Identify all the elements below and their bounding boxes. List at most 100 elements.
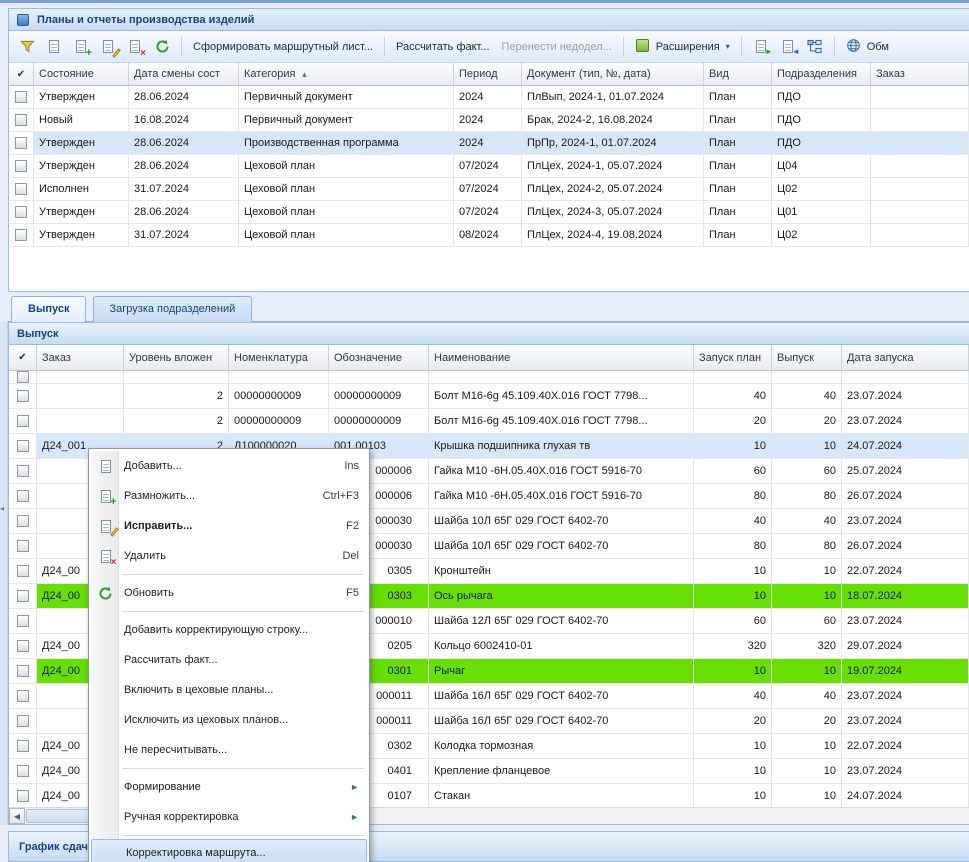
- col-state[interactable]: Состояние: [34, 63, 129, 86]
- release-grid-row[interactable]: 20000000000900000000009Болт М16-6g 45.10…: [9, 384, 969, 409]
- row-checkbox[interactable]: [15, 137, 27, 149]
- sort-asc-icon: ▲: [300, 70, 308, 79]
- row-checkbox[interactable]: [17, 690, 29, 702]
- row-checkbox[interactable]: [15, 229, 27, 241]
- menu-item[interactable]: Исправить...F2: [90, 511, 368, 541]
- plans-grid-row[interactable]: Новый16.08.2024Первичный документ2024Бра…: [9, 109, 969, 132]
- plans-grid-row[interactable]: Утвержден28.06.2024Первичный документ202…: [9, 86, 969, 109]
- menu-item[interactable]: Корректировка маршрута...: [91, 839, 367, 862]
- row-checkbox[interactable]: [17, 565, 29, 577]
- copy-doc-icon[interactable]: +: [69, 35, 93, 59]
- col-nomenclature[interactable]: Номенклатура: [229, 345, 329, 371]
- row-checkbox[interactable]: [15, 160, 27, 172]
- plans-grid-row[interactable]: Утвержден28.06.2024Производственная прог…: [9, 132, 969, 155]
- plans-grid-row[interactable]: Утвержден28.06.2024Цеховой план07/2024Пл…: [9, 201, 969, 224]
- col-date[interactable]: Дата смены сост: [129, 63, 239, 86]
- hierarchy-icon[interactable]: [803, 35, 827, 59]
- row-checkbox[interactable]: [17, 490, 29, 502]
- plans-grid-row[interactable]: Утвержден31.07.2024Цеховой план08/2024Пл…: [9, 224, 969, 247]
- exchange-button[interactable]: Обм: [840, 34, 895, 59]
- export-doc-icon[interactable]: ►: [749, 35, 773, 59]
- grid-cell: [772, 371, 842, 383]
- col-document[interactable]: Документ (тип, №, дата): [522, 63, 704, 86]
- row-checkbox[interactable]: [15, 183, 27, 195]
- col-period[interactable]: Период: [454, 63, 522, 86]
- col-category[interactable]: Категория ▲: [239, 63, 454, 86]
- filter-icon[interactable]: [15, 35, 39, 59]
- col-department[interactable]: Подразделения: [772, 63, 871, 86]
- menu-item[interactable]: Ручная корректировка►: [90, 802, 368, 832]
- row-checkbox[interactable]: [17, 440, 29, 452]
- col-output[interactable]: Выпуск: [772, 345, 842, 371]
- release-grid-row[interactable]: 20000000000900000000009Болт М16-6g 45.10…: [9, 409, 969, 434]
- menu-item[interactable]: Исключить из цеховых планов...: [90, 705, 368, 735]
- delete-doc-icon[interactable]: ×: [123, 35, 147, 59]
- menu-item[interactable]: ОбновитьF5: [90, 578, 368, 608]
- refresh-icon: [154, 39, 170, 55]
- release-grid-row[interactable]: [9, 371, 969, 384]
- grid-cell: Утвержден: [34, 86, 129, 108]
- menu-item[interactable]: ×УдалитьDel: [90, 541, 368, 571]
- col-check[interactable]: ✔: [9, 63, 34, 86]
- menu-item[interactable]: Формирование►: [90, 772, 368, 802]
- col-order[interactable]: Заказ: [871, 63, 969, 86]
- add-doc-icon[interactable]: [42, 35, 66, 59]
- grid-cell: [842, 371, 969, 383]
- scroll-left-icon[interactable]: ◀: [9, 808, 25, 824]
- plans-grid-row[interactable]: Исполнен31.07.2024Цеховой план07/2024ПлЦ…: [9, 178, 969, 201]
- row-checkbox[interactable]: [15, 206, 27, 218]
- edit-doc-icon[interactable]: [96, 35, 120, 59]
- row-checkbox[interactable]: [17, 415, 29, 427]
- row-checkbox[interactable]: [17, 371, 29, 383]
- col-designation[interactable]: Обозначение: [329, 345, 429, 371]
- menu-item[interactable]: +Размножить...Ctrl+F3: [90, 481, 368, 511]
- import-doc-icon[interactable]: ◄: [776, 35, 800, 59]
- row-checkbox[interactable]: [17, 540, 29, 552]
- row-checkbox[interactable]: [17, 665, 29, 677]
- grid-cell: План: [704, 178, 772, 200]
- menu-item[interactable]: Включить в цеховые планы...: [90, 675, 368, 705]
- grid-cell: 10: [772, 434, 842, 458]
- row-checkbox[interactable]: [17, 640, 29, 652]
- tab-zagruzka-podrazdeleniy[interactable]: Загрузка подразделений: [93, 296, 253, 322]
- checkbox-cell: [9, 178, 34, 200]
- calc-fact-button[interactable]: Рассчитать факт...: [390, 38, 496, 56]
- grid-cell: 60: [694, 609, 772, 633]
- col-check[interactable]: ✔: [9, 345, 37, 371]
- col-level[interactable]: Уровень вложен: [124, 345, 229, 371]
- plans-grid-row[interactable]: Утвержден28.06.2024Цеховой план07/2024Пл…: [9, 155, 969, 178]
- row-checkbox[interactable]: [17, 740, 29, 752]
- row-checkbox[interactable]: [17, 515, 29, 527]
- row-checkbox[interactable]: [17, 715, 29, 727]
- row-checkbox[interactable]: [17, 765, 29, 777]
- import-doc-icon: ◄: [780, 39, 796, 55]
- menu-item[interactable]: Рассчитать факт...: [90, 645, 368, 675]
- row-checkbox[interactable]: [15, 114, 27, 126]
- tab-vypusk[interactable]: Выпуск: [11, 296, 86, 322]
- menu-item[interactable]: Не пересчитывать...: [90, 735, 368, 765]
- grid-cell: ПлЦех, 2024-2, 05.07.2024: [522, 178, 704, 200]
- menu-item[interactable]: Добавить...Ins: [90, 451, 368, 481]
- grid-cell: 20: [772, 709, 842, 733]
- col-name[interactable]: Наименование: [429, 345, 694, 371]
- collapsed-splitter[interactable]: ◂: [0, 322, 8, 825]
- extensions-button[interactable]: Расширения ▾: [629, 35, 736, 59]
- row-checkbox[interactable]: [17, 790, 29, 802]
- row-checkbox[interactable]: [17, 465, 29, 477]
- generate-route-button[interactable]: Сформировать маршрутный лист...: [187, 38, 379, 56]
- row-checkbox[interactable]: [17, 390, 29, 402]
- col-kind[interactable]: Вид: [704, 63, 772, 86]
- row-checkbox[interactable]: [15, 91, 27, 103]
- col-plan[interactable]: Запуск план: [694, 345, 772, 371]
- row-checkbox[interactable]: [17, 615, 29, 627]
- col-order[interactable]: Заказ: [37, 345, 124, 371]
- grid-cell: 10: [772, 784, 842, 808]
- menu-item[interactable]: Добавить корректирующую строку...: [90, 615, 368, 645]
- grid-cell: [124, 371, 229, 383]
- refresh-icon[interactable]: [150, 35, 174, 59]
- col-category-label: Категория: [244, 68, 295, 80]
- row-checkbox[interactable]: [17, 590, 29, 602]
- grid-cell: ПДО: [772, 109, 871, 131]
- grid-cell: Ц02: [772, 178, 871, 200]
- col-launch-date[interactable]: Дата запуска: [842, 345, 969, 371]
